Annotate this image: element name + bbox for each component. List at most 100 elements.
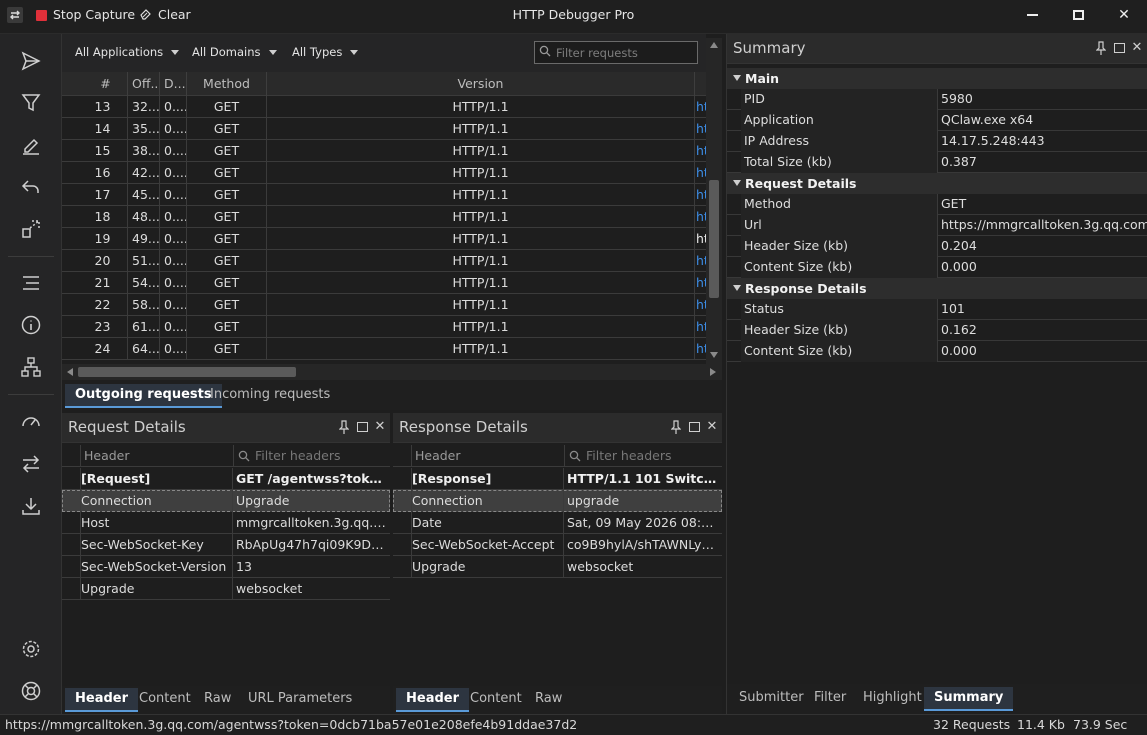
close-window-button[interactable]: ✕ (1101, 0, 1147, 30)
close-icon[interactable]: ✕ (1131, 40, 1143, 56)
column-header-offset[interactable]: Off... (128, 72, 160, 96)
filter-icon[interactable] (16, 88, 46, 118)
header-row[interactable]: Sec-WebSocket-Accept co9B9hylA/shTAWNLyoy… (393, 534, 722, 556)
maximize-icon[interactable] (1113, 40, 1125, 56)
download-icon[interactable] (16, 491, 46, 521)
summary-property-row[interactable]: Application QClaw.exe x64 (727, 110, 1147, 131)
scroll-down-icon[interactable] (710, 352, 718, 358)
table-row[interactable]: 1435....0....GETHTTP/1.1ht (62, 118, 706, 140)
header-row[interactable]: Sec-WebSocket-Version 13 (62, 556, 390, 578)
types-dropdown[interactable]: All Types (292, 45, 359, 59)
summary-property-row[interactable]: Urlhttps://mmgrcalltoken.3g.qq.com/agent… (727, 215, 1147, 236)
maximize-button[interactable] (1055, 0, 1101, 30)
summary-property-row[interactable]: Status 101 (727, 299, 1147, 320)
start-line-row[interactable]: [Request]GET /agentwss?token=0dcb71ba57e… (62, 468, 390, 490)
header-row[interactable]: Connection Upgrade (62, 490, 390, 512)
column-header-version[interactable]: Version (267, 72, 695, 96)
header-row[interactable]: Connection upgrade (393, 490, 722, 512)
scroll-left-icon[interactable] (67, 368, 73, 376)
scroll-right-icon[interactable] (710, 368, 716, 376)
summary-property-row[interactable]: Method GET (727, 194, 1147, 215)
tab-response-raw[interactable]: Raw (525, 688, 572, 712)
header-row[interactable]: Upgrade websocket (62, 578, 390, 600)
table-row[interactable]: 2154....0....GETHTTP/1.1ht (62, 272, 706, 294)
hierarchy-icon[interactable] (16, 352, 46, 382)
pin-icon[interactable] (1095, 40, 1107, 56)
vertical-scroll-thumb[interactable] (709, 180, 719, 298)
filter-requests-input[interactable]: Filter requests (534, 41, 698, 64)
collapse-triangle-icon[interactable] (733, 285, 741, 291)
tab-incoming-requests[interactable]: Incoming requests (200, 384, 340, 408)
table-row[interactable]: 1949....0....GETHTTP/1.1ht (62, 228, 706, 250)
speed-gauge-icon[interactable] (16, 407, 46, 437)
summary-property-row[interactable]: PID 5980 (727, 89, 1147, 110)
filter-headers-input[interactable]: Filter headers (564, 445, 722, 467)
summary-property-row[interactable]: IP Address 14.17.5.248:443 (727, 131, 1147, 152)
compare-icon[interactable] (16, 214, 46, 244)
tab-response-header[interactable]: Header (396, 688, 470, 712)
list-view-icon[interactable] (16, 268, 46, 298)
clear-button[interactable]: Clear (139, 0, 191, 30)
table-row[interactable]: 1848....0....GETHTTP/1.1ht (62, 206, 706, 228)
tab-outgoing-requests[interactable]: Outgoing requests (65, 384, 222, 408)
summary-property-row[interactable]: Content Size (kb) 0.000 (727, 341, 1147, 362)
minimize-button[interactable] (1009, 0, 1055, 30)
tab-request-url-parameters[interactable]: URL Parameters (238, 688, 362, 712)
tab-summary[interactable]: Summary (924, 687, 1014, 711)
table-row[interactable]: 1332....0....GETHTTP/1.1ht (62, 96, 706, 118)
cell-method: GET (187, 228, 267, 250)
table-row[interactable]: 2051....0....GETHTTP/1.1ht (62, 250, 706, 272)
settings-gear-icon[interactable] (16, 634, 46, 664)
grid-vertical-scrollbar[interactable] (706, 38, 722, 364)
pin-icon[interactable] (338, 419, 350, 435)
header-row[interactable]: Host mmgrcalltoken.3g.qq.com (62, 512, 390, 534)
table-row[interactable]: 1745....0....GETHTTP/1.1ht (62, 184, 706, 206)
pin-icon[interactable] (670, 419, 682, 435)
table-row[interactable]: 1642....0....GETHTTP/1.1ht (62, 162, 706, 184)
tab-filter[interactable]: Filter (804, 687, 856, 711)
table-row[interactable]: 2464....0....GETHTTP/1.1ht (62, 338, 706, 360)
collapse-triangle-icon[interactable] (733, 180, 741, 186)
highlight-icon[interactable] (16, 130, 46, 160)
maximize-icon[interactable] (356, 419, 368, 435)
column-header-number[interactable]: # (62, 72, 128, 96)
close-icon[interactable]: ✕ (706, 419, 718, 435)
tab-submitter[interactable]: Submitter (729, 687, 814, 711)
summary-property-row[interactable]: Header Size (kb) 0.162 (727, 320, 1147, 341)
summary-property-row[interactable]: Total Size (kb) 0.387 (727, 152, 1147, 173)
tab-request-raw[interactable]: Raw (194, 688, 241, 712)
stop-capture-button[interactable]: Stop Capture (36, 0, 135, 30)
tab-request-header[interactable]: Header (65, 688, 139, 712)
summary-property-row[interactable]: Header Size (kb) 0.204 (727, 236, 1147, 257)
domains-dropdown[interactable]: All Domains (192, 45, 277, 59)
close-icon[interactable]: ✕ (374, 419, 386, 435)
header-row[interactable]: Sec-WebSocket-Key RbApUg47h7qi09K9Dze... (62, 534, 390, 556)
filter-headers-input[interactable]: Filter headers (233, 445, 390, 467)
info-icon[interactable] (16, 310, 46, 340)
collapse-triangle-icon[interactable] (733, 75, 741, 81)
summary-group-header[interactable]: Main (727, 68, 1147, 89)
table-row[interactable]: 2258....0....GETHTTP/1.1ht (62, 294, 706, 316)
scroll-up-icon[interactable] (710, 42, 718, 48)
replay-icon[interactable] (16, 172, 46, 202)
tab-request-content[interactable]: Content (129, 688, 201, 712)
tab-highlight[interactable]: Highlight (853, 687, 932, 711)
start-line-row[interactable]: [Response]HTTP/1.1 101 Switching Protoco… (393, 468, 722, 490)
tab-response-content[interactable]: Content (460, 688, 532, 712)
maximize-icon[interactable] (688, 419, 700, 435)
applications-dropdown[interactable]: All Applications (75, 45, 180, 59)
column-header-duration[interactable]: D... (160, 72, 187, 96)
summary-property-row[interactable]: Content Size (kb) 0.000 (727, 257, 1147, 278)
grid-horizontal-scrollbar[interactable] (62, 364, 722, 380)
table-row[interactable]: 2361....0....GETHTTP/1.1ht (62, 316, 706, 338)
horizontal-scroll-thumb[interactable] (78, 367, 296, 377)
help-lifebuoy-icon[interactable] (16, 676, 46, 706)
table-row[interactable]: 1538....0....GETHTTP/1.1ht (62, 140, 706, 162)
send-icon[interactable] (16, 46, 46, 76)
header-row[interactable]: Upgrade websocket (393, 556, 722, 578)
column-header-method[interactable]: Method (187, 72, 267, 96)
header-row[interactable]: Date Sat, 09 May 2026 08:23:... (393, 512, 722, 534)
summary-group-header[interactable]: Request Details (727, 173, 1147, 194)
summary-group-header[interactable]: Response Details (727, 278, 1147, 299)
transfer-icon[interactable] (16, 449, 46, 479)
